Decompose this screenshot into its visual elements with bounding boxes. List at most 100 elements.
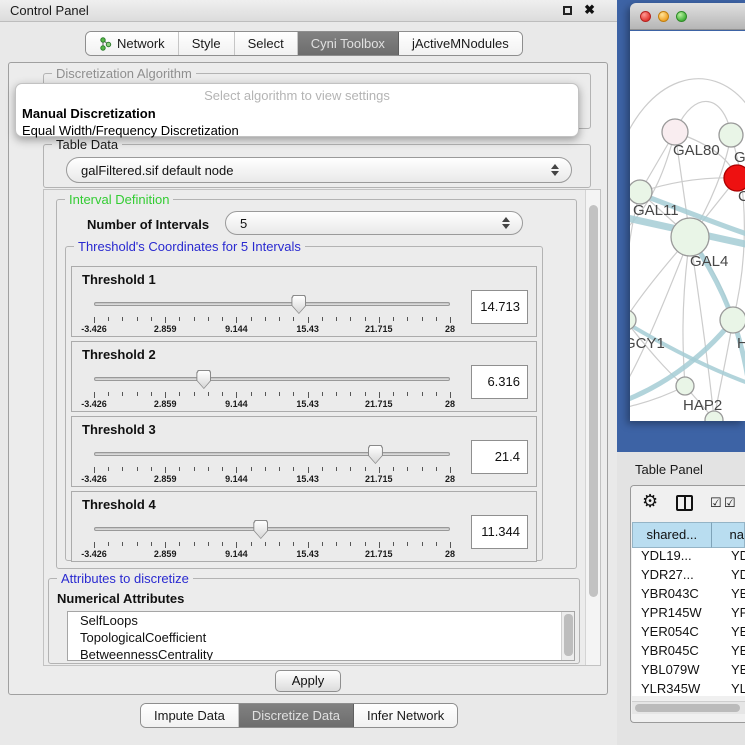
threshold-value-field[interactable]: 21.4 (471, 440, 528, 474)
tick-mark (365, 317, 366, 321)
threshold-panel-1: Threshold 1 -3.4262.8599.14415.4321.71528… (71, 266, 537, 337)
tab-cyni-toolbox[interactable]: Cyni Toolbox (298, 32, 399, 55)
tick-mark (165, 392, 166, 398)
close-traffic-light-icon[interactable] (640, 11, 651, 22)
number-of-intervals-combobox[interactable]: 5 (225, 211, 523, 235)
cell-name[interactable]: YLR3 (721, 681, 745, 696)
cell-shared-name[interactable]: YDR27... (632, 567, 721, 586)
slider-track[interactable] (94, 452, 450, 456)
attribute-list-item[interactable]: BetweennessCentrality (68, 646, 574, 661)
table-row[interactable]: YDL19...YDL1 (632, 548, 745, 567)
table-row[interactable]: YPR145WYPR1 (632, 605, 745, 624)
network-node-label: H (737, 335, 745, 352)
table-row[interactable]: YDR27...YDR2 (632, 567, 745, 586)
table-row[interactable]: YLR345WYLR3 (632, 681, 745, 696)
tick-mark (322, 392, 323, 396)
network-node[interactable] (720, 307, 745, 333)
threshold-label: Threshold 2 (82, 347, 156, 362)
slider-track[interactable] (94, 527, 450, 531)
columns-icon[interactable] (676, 495, 693, 511)
tick-mark (236, 467, 237, 473)
network-canvas[interactable]: GAL80GACGAL11GAL4GCY1HHAP2 (630, 31, 745, 421)
tab-style[interactable]: Style (179, 32, 235, 55)
cell-name[interactable]: YBL0 (721, 662, 745, 681)
cell-shared-name[interactable]: YBR045C (632, 643, 721, 662)
network-node[interactable] (671, 218, 709, 256)
tick-label: 28 (445, 474, 455, 484)
tick-mark (379, 467, 380, 473)
cell-shared-name[interactable]: YBR043C (632, 586, 721, 605)
tick-label: 28 (445, 399, 455, 409)
cell-name[interactable]: YER0 (721, 624, 745, 643)
numerical-attributes-list[interactable]: SelfLoopsTopologicalCoefficientBetweenne… (67, 611, 575, 661)
attribute-list-item[interactable]: SelfLoops (68, 612, 574, 629)
table-row[interactable]: YER054CYER0 (632, 624, 745, 643)
settings-scrollbar[interactable] (585, 190, 600, 665)
float-window-icon[interactable] (563, 6, 572, 15)
tick-mark (151, 542, 152, 546)
cell-shared-name[interactable]: YBL079W (632, 662, 721, 681)
cell-name[interactable]: YBR0 (721, 643, 745, 662)
threshold-label: Threshold 1 (82, 272, 156, 287)
slider-thumb[interactable] (196, 370, 211, 389)
slider-thumb[interactable] (368, 445, 383, 464)
slider-thumb[interactable] (253, 520, 268, 539)
apply-button[interactable]: Apply (275, 670, 341, 692)
gear-icon[interactable]: ⚙ (642, 491, 658, 512)
cell-shared-name[interactable]: YER054C (632, 624, 721, 643)
tick-mark (251, 392, 252, 396)
tick-mark (194, 542, 195, 546)
checkbox-icon[interactable]: ☑ (710, 495, 722, 511)
table-row[interactable]: YBL079WYBL0 (632, 662, 745, 681)
network-node[interactable] (630, 180, 652, 204)
table-h-scrollbar-thumb[interactable] (635, 704, 740, 712)
tab-impute-data[interactable]: Impute Data (141, 704, 239, 727)
threshold-value-field[interactable]: 11.344 (471, 515, 528, 549)
threshold-slider[interactable]: -3.4262.8599.14415.4321.71528 (94, 518, 450, 560)
threshold-slider[interactable]: -3.4262.8599.14415.4321.71528 (94, 443, 450, 485)
zoom-traffic-light-icon[interactable] (676, 11, 687, 22)
slider-track[interactable] (94, 377, 450, 381)
cell-shared-name[interactable]: YDL19... (632, 548, 721, 567)
threshold-slider[interactable]: -3.4262.8599.14415.4321.71528 (94, 368, 450, 410)
column-header-shared[interactable]: shared... (632, 522, 712, 548)
threshold-slider[interactable]: -3.4262.8599.14415.4321.71528 (94, 293, 450, 335)
dropdown-option[interactable]: Equal Width/Frequency Discretization (22, 123, 578, 138)
table-h-scrollbar[interactable] (632, 701, 745, 714)
threshold-value-field[interactable]: 14.713 (471, 290, 528, 324)
tab-infer-network[interactable]: Infer Network (354, 704, 457, 727)
cell-name[interactable]: YDR2 (721, 567, 745, 586)
close-icon[interactable]: ✖ (584, 2, 595, 18)
settings-scrollbar-thumb[interactable] (589, 205, 598, 597)
network-node[interactable] (676, 377, 694, 395)
tab-select[interactable]: Select (235, 32, 298, 55)
table-data-combobox[interactable]: galFiltered.sif default node (66, 157, 572, 183)
tick-mark (122, 317, 123, 321)
slider-track[interactable] (94, 302, 450, 306)
slider-thumb[interactable] (291, 295, 306, 314)
tick-mark (122, 467, 123, 471)
tab-network[interactable]: Network (86, 32, 179, 55)
minimize-traffic-light-icon[interactable] (658, 11, 669, 22)
table-row[interactable]: YBR045CYBR0 (632, 643, 745, 662)
cell-name[interactable]: YDL1 (721, 548, 745, 567)
list-scrollbar[interactable] (561, 612, 574, 660)
dropdown-option[interactable]: Manual Discretization (22, 106, 578, 121)
cell-shared-name[interactable]: YLR345W (632, 681, 721, 696)
tab-discretize-data[interactable]: Discretize Data (239, 704, 354, 727)
tick-mark (179, 317, 180, 321)
cell-name[interactable]: YBR0 (721, 586, 745, 605)
tab-jactivemnodules[interactable]: jActiveMNodules (399, 32, 522, 55)
table-header: shared... na (632, 522, 745, 548)
tick-mark (393, 467, 394, 471)
attribute-list-item[interactable]: TopologicalCoefficient (68, 629, 574, 646)
network-node-label: GAL80 (673, 142, 720, 159)
list-scrollbar-thumb[interactable] (564, 614, 573, 656)
table-row[interactable]: YBR043CYBR0 (632, 586, 745, 605)
threshold-value-field[interactable]: 6.316 (471, 365, 528, 399)
cell-name[interactable]: YPR1 (721, 605, 745, 624)
cell-shared-name[interactable]: YPR145W (632, 605, 721, 624)
column-header-name[interactable]: na (712, 522, 745, 548)
checkbox-icon[interactable]: ☑ (724, 495, 736, 511)
network-node[interactable] (719, 123, 743, 147)
